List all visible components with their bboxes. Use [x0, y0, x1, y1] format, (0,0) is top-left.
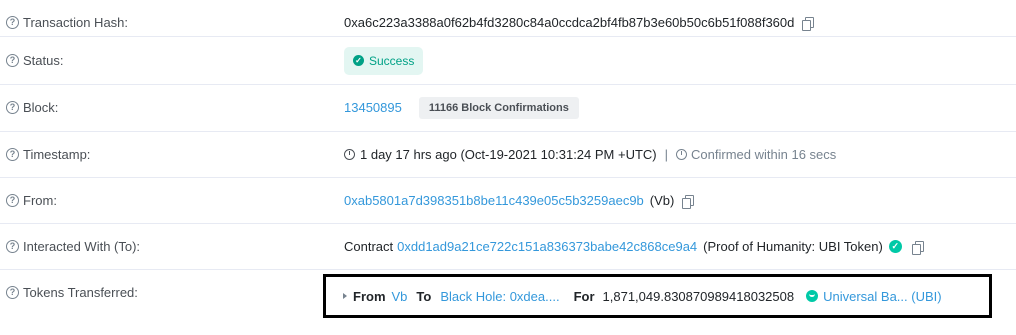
timestamp-value: 1 day 17 hrs ago (Oct-19-2021 10:31:24 P… — [360, 147, 657, 162]
copy-icon[interactable] — [911, 240, 924, 255]
contract-prefix: Contract — [344, 239, 394, 254]
copy-icon[interactable] — [802, 16, 815, 31]
question-circle-icon[interactable]: ? — [6, 16, 19, 29]
from-name-tag: (Vb) — [649, 193, 675, 208]
to-value-group: Contract 0xdd1ad9a21ce722c151a836373babe… — [344, 239, 924, 255]
transfer-amount: 1,871,049.830870989418032508 — [602, 288, 795, 304]
transfer-to-word: To — [416, 288, 432, 304]
transfer-to-link[interactable]: Black Hole: 0xdea.... — [440, 289, 559, 304]
contract-name-tag: (Proof of Humanity: UBI Token) — [703, 239, 883, 254]
ubi-token-icon — [806, 290, 819, 302]
contract-address-link[interactable]: 0xdd1ad9a21ce722c151a836373babe42c868ce9… — [397, 239, 697, 254]
from-address-link[interactable]: 0xab5801a7d398351b8be11c439e05c5b3259aec… — [344, 193, 644, 208]
block-label-group: ? Block: — [6, 100, 58, 115]
tokens-label-group: ? Tokens Transferred: — [6, 285, 138, 300]
transfer-for-word: For — [573, 288, 595, 304]
block-label: Block: — [23, 100, 59, 115]
token-name-link[interactable]: Universal Ba... (UBI) — [823, 289, 941, 304]
from-label: From: — [23, 193, 57, 208]
question-circle-icon[interactable]: ? — [6, 148, 19, 161]
question-circle-icon[interactable]: ? — [6, 194, 19, 207]
timestamp-separator: | — [664, 147, 669, 162]
block-value-group: 13450895 11166 Block Confirmations — [344, 96, 579, 119]
tx-hash-value-group: 0xa6c223a3388a0f62b4fd3280c84a0ccdca2bf4… — [344, 15, 815, 31]
divider — [0, 36, 1016, 37]
from-label-group: ? From: — [6, 193, 57, 208]
question-circle-icon[interactable]: ? — [6, 286, 19, 299]
to-label: Interacted With (To): — [23, 239, 141, 254]
question-circle-icon[interactable]: ? — [6, 54, 19, 67]
timestamp-label-group: ? Timestamp: — [6, 147, 90, 162]
from-value-group: 0xab5801a7d398351b8be11c439e05c5b3259aec… — [344, 193, 695, 209]
block-number-link[interactable]: 13450895 — [344, 100, 402, 115]
status-text: Success — [369, 53, 415, 68]
status-badge: ✓ Success — [344, 46, 424, 75]
question-circle-icon[interactable]: ? — [6, 240, 19, 253]
to-label-group: ? Interacted With (To): — [6, 239, 140, 254]
token-transfer-highlight: From Vb To Black Hole: 0xdea.... For 1,8… — [323, 274, 992, 318]
copy-icon[interactable] — [682, 194, 695, 209]
row-status: ? Status: ✓ Success — [0, 38, 1016, 83]
row-interacted-with: ? Interacted With (To): Contract 0xdd1ad… — [0, 224, 1016, 269]
tx-hash-label-group: ? Transaction Hash: — [6, 15, 128, 30]
confirmed-within-text: Confirmed within 16 secs — [691, 147, 837, 162]
verified-check-icon: ✓ — [888, 240, 902, 253]
tx-hash-value: 0xa6c223a3388a0f62b4fd3280c84a0ccdca2bf4… — [344, 15, 795, 30]
timestamp-label: Timestamp: — [23, 147, 91, 162]
timer-icon — [676, 149, 688, 160]
row-timestamp: ? Timestamp: 1 day 17 hrs ago (Oct-19-20… — [0, 132, 1016, 177]
row-from: ? From: 0xab5801a7d398351b8be11c439e05c5… — [0, 178, 1016, 223]
transfer-from-word: From — [353, 288, 386, 304]
block-confirmations-badge: 11166 Block Confirmations — [418, 96, 579, 119]
status-label: Status: — [23, 53, 64, 68]
timestamp-value-group: 1 day 17 hrs ago (Oct-19-2021 10:31:24 P… — [344, 147, 836, 162]
clock-icon — [344, 149, 355, 160]
status-label-group: ? Status: — [6, 53, 63, 68]
check-circle-icon: ✓ — [353, 55, 364, 66]
tx-hash-label: Transaction Hash: — [23, 15, 129, 30]
row-block: ? Block: 13450895 11166 Block Confirmati… — [0, 85, 1016, 130]
question-circle-icon[interactable]: ? — [6, 101, 19, 114]
caret-right-icon[interactable] — [343, 293, 347, 299]
status-value-group: ✓ Success — [344, 46, 424, 75]
transfer-from-link[interactable]: Vb — [392, 289, 408, 304]
tokens-label: Tokens Transferred: — [23, 285, 138, 300]
